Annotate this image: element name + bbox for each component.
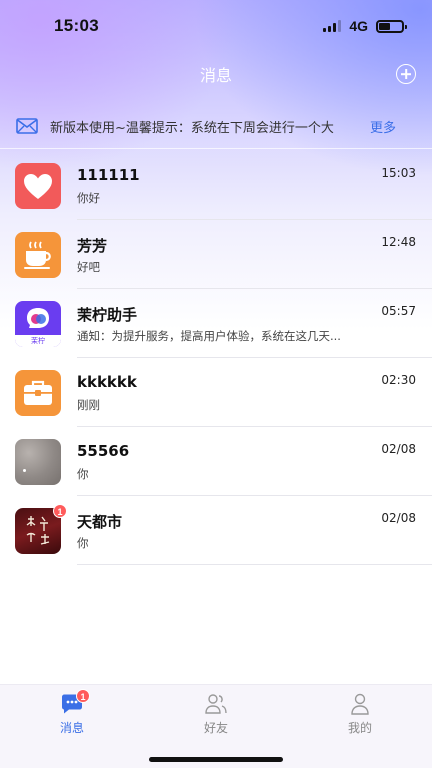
conversation-item[interactable]: 1 天都市 你 02/08 (0, 496, 432, 565)
tab-label: 消息 (59, 721, 84, 735)
status-indicators: 4G (323, 18, 407, 34)
status-time: 15:03 (54, 16, 99, 35)
briefcase-icon (15, 370, 61, 416)
conversation-name: 茉柠助手 (77, 306, 138, 324)
tab-friends[interactable]: 好友 (186, 693, 246, 737)
add-circle-icon[interactable] (396, 64, 416, 84)
battery-icon (376, 19, 407, 33)
notice-text: 新版本使用~温馨提示：系统在下周会进行一个大 (50, 120, 334, 136)
tab-profile[interactable]: 我的 (330, 693, 390, 737)
signal-icon (323, 20, 342, 32)
photo-avatar (15, 439, 61, 485)
conversation-preview: 刚刚 (77, 398, 100, 412)
conversation-time: 12:48 (381, 235, 416, 249)
mail-icon (16, 118, 38, 134)
divider (77, 564, 432, 565)
network-type: 4G (349, 18, 368, 34)
conversation-time: 02/08 (381, 511, 416, 525)
heart-icon (15, 163, 61, 209)
conversation-preview: 你 (77, 536, 89, 550)
status-bar: 15:03 4G (0, 0, 432, 52)
conversation-time: 02:30 (381, 373, 416, 387)
home-indicator (149, 757, 283, 762)
tab-messages[interactable]: 1 消息 (42, 689, 102, 737)
conversation-list: 111111 你好 15:03 芳芳 好吧 12:48 茉柠 茉柠助手 通知：为… (0, 151, 432, 565)
assistant-logo: 茉柠 (15, 301, 61, 347)
bottom-tab-bar: 1 消息 好友 我的 (0, 684, 432, 768)
conversation-preview: 你 (77, 467, 89, 481)
conversation-item[interactable]: 茉柠 茉柠助手 通知：为提升服务，提高用户体验，系统在这几天... 05:57 (0, 289, 432, 358)
notice-banner[interactable]: 新版本使用~温馨提示：系统在下周会进行一个大 更多 (0, 110, 432, 142)
tab-label: 好友 (203, 721, 228, 735)
divider (0, 148, 432, 149)
conversation-preview: 好吧 (77, 260, 100, 274)
conversation-item[interactable]: kkkkkk 刚刚 02:30 (0, 358, 432, 427)
tab-label: 我的 (347, 721, 372, 735)
assistant-logo-caption: 茉柠 (15, 335, 61, 347)
conversation-time: 15:03 (381, 166, 416, 180)
conversation-name: 芳芳 (77, 237, 108, 255)
unread-badge: 1 (53, 504, 67, 518)
conversation-item[interactable]: 芳芳 好吧 12:48 (0, 220, 432, 289)
conversation-time: 02/08 (381, 442, 416, 456)
conversation-preview: 通知：为提升服务，提高用户体验，系统在这几天... (77, 329, 341, 343)
conversation-item[interactable]: 111111 你好 15:03 (0, 151, 432, 220)
conversation-name: 111111 (77, 166, 140, 184)
friends-icon (205, 694, 227, 714)
conversation-preview: 你好 (77, 191, 100, 205)
person-icon (351, 693, 369, 715)
calligraphy-avatar: 1 (15, 504, 67, 554)
notice-more-link[interactable]: 更多 (370, 117, 396, 136)
conversation-time: 05:57 (381, 304, 416, 318)
conversation-name: kkkkkk (77, 373, 137, 391)
conversation-name: 天都市 (77, 513, 123, 531)
unread-badge: 1 (76, 689, 90, 703)
nav-header: 消息 (0, 56, 432, 92)
page-title: 消息 (199, 66, 232, 85)
coffee-cup-icon (15, 232, 61, 278)
conversation-name: 55566 (77, 442, 130, 460)
conversation-item[interactable]: 55566 你 02/08 (0, 427, 432, 496)
